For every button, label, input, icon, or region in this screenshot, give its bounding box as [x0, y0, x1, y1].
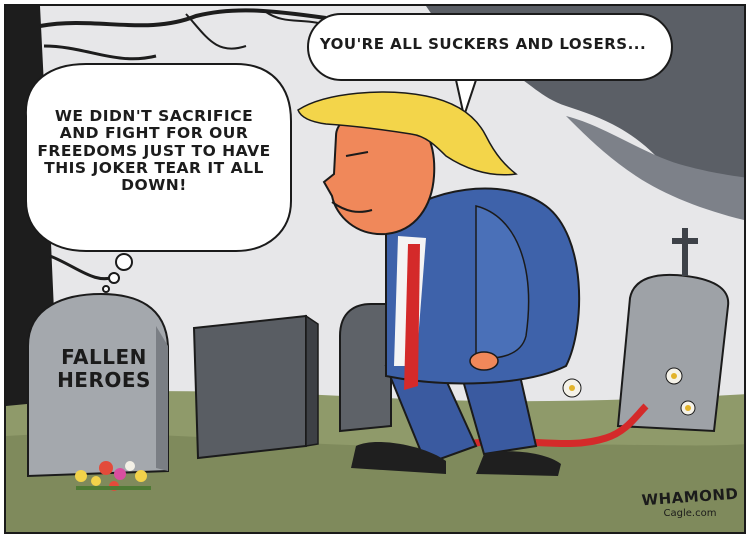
tombstone-behind	[339, 303, 392, 433]
tombstone-inscription: FALLEN HEROES	[44, 346, 164, 392]
thought-bubble-text: WE DIDN'T SACRIFICE AND FIGHT FOR OUR FR…	[37, 107, 271, 195]
tombstone-line-1: FALLEN	[61, 345, 147, 369]
tombstone-middle	[192, 314, 319, 460]
signature-site: Cagle.com	[663, 508, 717, 519]
signature-name: WHAMOND	[641, 484, 739, 510]
cartoon-frame: YOU'RE ALL SUCKERS AND LOSERS... WE DIDN…	[4, 4, 746, 534]
speech-bubble-text: YOU'RE ALL SUCKERS AND LOSERS...	[319, 35, 647, 53]
cartoon-scene	[6, 6, 744, 532]
artist-signature: WHAMOND Cagle.com	[634, 485, 744, 519]
tombstone-line-2: HEROES	[57, 368, 151, 392]
